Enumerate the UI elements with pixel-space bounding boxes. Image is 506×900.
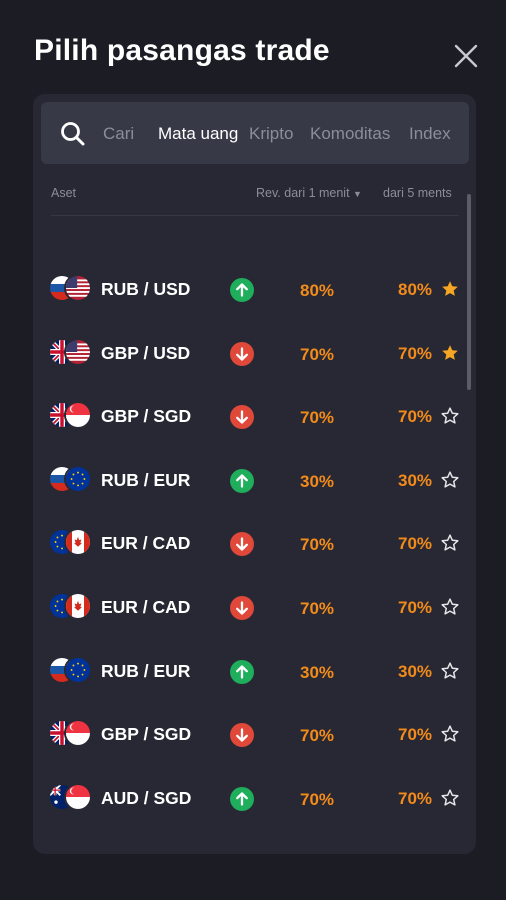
favorite-star-icon[interactable] [441, 407, 459, 425]
rev-1min-value: 30% [300, 471, 335, 491]
pair-flags [48, 528, 94, 560]
header-divider [51, 215, 459, 216]
search-input[interactable]: Cari [103, 124, 134, 144]
rev-5min-value: 70% [398, 407, 433, 427]
rev-1min-value: 70% [300, 408, 335, 428]
tab-kripto[interactable]: Kripto [249, 124, 293, 144]
rev-1min-value: 70% [300, 535, 335, 555]
flag-ca-icon [64, 528, 92, 557]
pair-flags [48, 782, 94, 815]
favorite-star-icon[interactable] [441, 598, 459, 616]
flag-eu-icon [64, 464, 92, 493]
tab-index[interactable]: Index [409, 124, 451, 144]
rev-5min-value: 70% [398, 788, 433, 808]
pair-flags [48, 337, 94, 370]
page-title: Pilih pasangas trade [34, 34, 330, 67]
favorite-star-icon[interactable] [441, 344, 459, 362]
pair-flags [48, 464, 94, 497]
rev-1min-value: 70% [300, 344, 335, 364]
pair-flags [48, 274, 94, 306]
flag-eu-icon [64, 655, 92, 684]
pair-name: EUR / CAD [101, 597, 191, 617]
column-header-rev1-label: Rev. dari 1 menit [256, 186, 350, 200]
favorite-star-icon[interactable] [441, 789, 459, 807]
favorite-star-icon[interactable] [441, 662, 459, 680]
trend-up-icon [230, 278, 254, 302]
pair-flags [48, 592, 94, 624]
flag-us-icon [64, 274, 92, 302]
column-header-asset: Aset [51, 186, 77, 200]
rev-5min-value: 30% [398, 470, 433, 490]
pair-flags [48, 719, 94, 751]
close-icon[interactable] [452, 42, 480, 70]
trend-down-icon [230, 341, 254, 366]
flag-sg-icon [64, 719, 92, 748]
pair-row[interactable]: EUR / CAD 70% 70% [33, 519, 476, 569]
rev-1min-value: 70% [300, 726, 335, 746]
pair-name: GBP / SGD [101, 406, 192, 427]
search-icon[interactable] [59, 120, 87, 148]
rev-1min-value: 70% [300, 789, 335, 809]
favorite-star-icon[interactable] [441, 471, 459, 489]
tab-mata-uang[interactable]: Mata uang [158, 124, 238, 144]
trend-down-icon [230, 405, 254, 430]
pair-row[interactable]: RUB / EUR 30% 30% [33, 456, 476, 506]
rev-5min-value: 30% [398, 661, 433, 681]
rev-5min-value: 70% [398, 598, 433, 617]
flag-us-icon [64, 337, 92, 366]
trend-up-icon [230, 659, 254, 684]
flag-sg-icon [64, 401, 92, 430]
rev-1min-value: 70% [300, 599, 335, 618]
pair-name: RUB / EUR [101, 469, 191, 490]
pair-flags [48, 655, 94, 688]
pair-name: GBP / SGD [101, 724, 192, 745]
rev-1min-value: 80% [300, 281, 335, 300]
pair-name: EUR / CAD [101, 533, 191, 554]
trend-up-icon [230, 468, 254, 493]
pair-name: RUB / EUR [101, 660, 191, 681]
pair-selector-panel: Cari Mata uang Kripto Komoditas Index As… [33, 94, 476, 854]
pair-row[interactable]: GBP / SGD 70% 70% [33, 392, 476, 442]
pair-flags [48, 401, 94, 433]
pair-row[interactable]: RUB / USD 80% 80% [33, 265, 476, 315]
rev-5min-value: 70% [398, 725, 433, 745]
rev-5min-value: 70% [398, 343, 433, 363]
pair-name: GBP / USD [101, 342, 191, 363]
trend-down-icon [230, 596, 254, 620]
column-header-rev1[interactable]: Rev. dari 1 menit ▼ [256, 186, 362, 200]
pair-row[interactable]: EUR / CAD 70% 70% [33, 583, 476, 633]
column-header-rev5: dari 5 ments [383, 186, 452, 200]
favorite-star-icon[interactable] [441, 725, 459, 743]
pair-row[interactable]: AUD / SGD 70% 70% [33, 774, 476, 824]
favorite-star-icon[interactable] [441, 534, 459, 552]
pair-row[interactable]: GBP / USD 70% 70% [33, 329, 476, 379]
trend-down-icon [230, 723, 254, 748]
rev-1min-value: 30% [300, 662, 335, 682]
flag-ca-icon [64, 592, 92, 620]
rev-5min-value: 70% [398, 534, 433, 554]
rev-5min-value: 80% [398, 280, 433, 299]
pair-row[interactable]: RUB / EUR 30% 30% [33, 647, 476, 697]
pair-name: AUD / SGD [101, 787, 192, 808]
search-tabs-bar: Cari Mata uang Kripto Komoditas Index [41, 102, 469, 164]
trend-down-icon [230, 532, 254, 557]
favorite-star-icon[interactable] [441, 280, 459, 298]
sort-down-icon: ▼ [353, 189, 362, 199]
flag-sg-icon [64, 782, 92, 811]
pair-row[interactable]: GBP / SGD 70% 70% [33, 710, 476, 760]
tab-komoditas[interactable]: Komoditas [310, 124, 390, 144]
pair-name: RUB / USD [101, 279, 191, 299]
trend-up-icon [230, 786, 254, 811]
